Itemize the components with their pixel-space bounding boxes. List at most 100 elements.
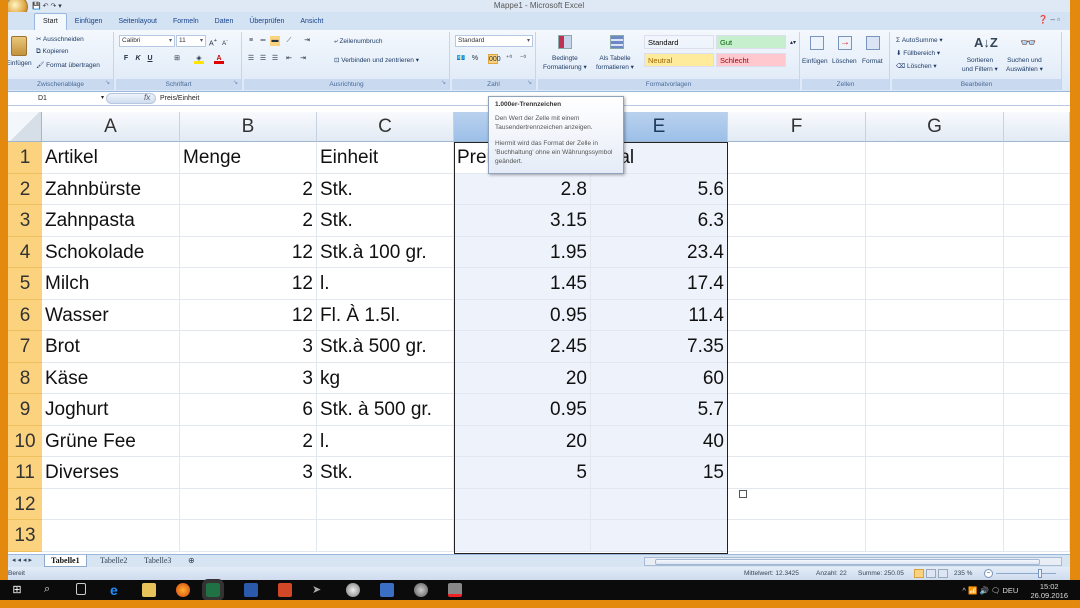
cell-A1[interactable]: Artikel [42, 142, 180, 174]
cell-A5[interactable]: Milch [42, 268, 180, 300]
format-painter-button[interactable]: 🖌 Format übertragen [36, 61, 100, 69]
cell-B13[interactable] [180, 520, 317, 552]
row-header-12[interactable]: 12 [8, 488, 42, 520]
border-icon[interactable]: ⊞ [172, 54, 182, 64]
cell-C9[interactable]: Stk. à 500 gr. [317, 394, 454, 426]
cell-H11[interactable] [1004, 457, 1070, 489]
column-header-a[interactable]: A [42, 112, 180, 142]
row-header-3[interactable]: 3 [8, 205, 42, 237]
cell-F3[interactable] [728, 205, 866, 237]
cell-A13[interactable] [42, 520, 180, 552]
cell-A4[interactable]: Schokolade [42, 236, 180, 268]
cell-D3[interactable]: 3.15 [454, 205, 591, 237]
row-header-1[interactable]: 1 [8, 142, 42, 174]
cell-C13[interactable] [317, 520, 454, 552]
decrease-decimal-icon[interactable]: ⁻⁰ [518, 54, 528, 64]
zoom-out-button[interactable]: − [984, 569, 993, 578]
cell-D6[interactable]: 0.95 [454, 299, 591, 331]
app-icon-3[interactable] [380, 583, 394, 597]
cell-D4[interactable]: 1.95 [454, 236, 591, 268]
cell-B7[interactable]: 3 [180, 331, 317, 363]
cell-G11[interactable] [866, 457, 1004, 489]
cell-E3[interactable]: 6.3 [591, 205, 728, 237]
merge-center-button[interactable]: ⊡ Verbinden und zentrieren ▾ [334, 56, 419, 64]
increase-decimal-icon[interactable]: ⁺⁰ [504, 54, 514, 64]
cell-D11[interactable]: 5 [454, 457, 591, 489]
sheet-nav-arrows[interactable]: ◂◂◂▸ [12, 556, 34, 564]
zoom-slider[interactable] [996, 573, 1056, 574]
thousands-separator-button[interactable]: 000 [488, 54, 501, 64]
tab-seitenlayout[interactable]: Seitenlayout [110, 14, 165, 30]
cell-D7[interactable]: 2.45 [454, 331, 591, 363]
cell-C12[interactable] [317, 488, 454, 520]
cell-G3[interactable] [866, 205, 1004, 237]
cut-button[interactable]: ✂ Ausschneiden [36, 35, 84, 43]
cell-H3[interactable] [1004, 205, 1070, 237]
align-middle-icon[interactable]: ═ [258, 36, 268, 46]
format-cells-button[interactable]: Format [862, 58, 883, 65]
cell-H13[interactable] [1004, 520, 1070, 552]
cell-D10[interactable]: 20 [454, 425, 591, 457]
firefox-icon[interactable] [176, 583, 190, 597]
indent-icon[interactable]: ⇥ [302, 36, 312, 46]
cell-D9[interactable]: 0.95 [454, 394, 591, 426]
cell-F12[interactable] [728, 488, 866, 520]
fill-button[interactable]: ⬇ Füllbereich ▾ [896, 49, 940, 57]
wrap-text-button[interactable]: ⤶ Zeilenumbruch [334, 38, 382, 46]
cell-D5[interactable]: 1.45 [454, 268, 591, 300]
cell-B5[interactable]: 12 [180, 268, 317, 300]
windows-start-icon[interactable]: ⊞ [10, 583, 24, 597]
cell-C2[interactable]: Stk. [317, 173, 454, 205]
language-indicator[interactable]: DEU [1003, 586, 1019, 595]
cell-G7[interactable] [866, 331, 1004, 363]
font-name-combo[interactable]: Calibri ▾ [119, 35, 175, 47]
insert-cells-button[interactable]: Einfügen [802, 58, 828, 65]
app-icon-4[interactable] [414, 583, 428, 597]
increase-indent-icon[interactable]: ⇥ [298, 54, 308, 64]
cell-G5[interactable] [866, 268, 1004, 300]
cell-A3[interactable]: Zahnpasta [42, 205, 180, 237]
cell-F5[interactable] [728, 268, 866, 300]
sheet-tab-tabelle1[interactable]: Tabelle1 [44, 555, 87, 567]
copy-button[interactable]: ⧉ Kopieren [36, 48, 68, 56]
horizontal-scrollbar[interactable] [644, 557, 1062, 566]
cell-H2[interactable] [1004, 173, 1070, 205]
volume-icon[interactable]: 🔊 [979, 586, 990, 595]
cell-F4[interactable] [728, 236, 866, 268]
cell-B2[interactable]: 2 [180, 173, 317, 205]
cell-C11[interactable]: Stk. [317, 457, 454, 489]
row-header-10[interactable]: 10 [8, 425, 42, 457]
cell-C3[interactable]: Stk. [317, 205, 454, 237]
paste-icon[interactable] [11, 36, 27, 56]
cell-D12[interactable] [454, 488, 591, 520]
percent-icon[interactable]: % [470, 54, 480, 64]
format-as-table-button[interactable]: Als Tabelle formatieren ▾ [596, 54, 634, 72]
cell-A2[interactable]: Zahnbürste [42, 173, 180, 205]
cell-H12[interactable] [1004, 488, 1070, 520]
cell-H1[interactable] [1004, 142, 1070, 174]
cell-G13[interactable] [866, 520, 1004, 552]
cell-F6[interactable] [728, 299, 866, 331]
name-box[interactable]: D1 ▾ [18, 93, 104, 104]
cell-F2[interactable] [728, 173, 866, 205]
sort-filter-button[interactable]: Sortieren und Filtern ▾ [962, 56, 998, 74]
cell-C7[interactable]: Stk.à 500 gr. [317, 331, 454, 363]
conditional-formatting-button[interactable]: Bedingte Formatierung ▾ [543, 54, 587, 72]
column-header-f[interactable]: F [728, 112, 866, 142]
row-header-6[interactable]: 6 [8, 299, 42, 331]
sheet-tab-tabelle3[interactable]: Tabelle3 [138, 555, 177, 567]
cell-C8[interactable]: kg [317, 362, 454, 394]
row-header-2[interactable]: 2 [8, 173, 42, 205]
cell-G10[interactable] [866, 425, 1004, 457]
cell-style-standard[interactable]: Standard [644, 35, 714, 49]
tab-ueberpruefen[interactable]: Überprüfen [241, 14, 292, 30]
zoom-level[interactable]: 235 % [954, 567, 972, 580]
cell-B10[interactable]: 2 [180, 425, 317, 457]
orientation-icon[interactable]: ⟋ [284, 36, 294, 46]
cell-E7[interactable]: 7.35 [591, 331, 728, 363]
cell-B4[interactable]: 12 [180, 236, 317, 268]
fill-color-icon[interactable]: ◈ [194, 54, 204, 64]
notification-icon[interactable]: 🗨 [991, 586, 1003, 595]
row-header-8[interactable]: 8 [8, 362, 42, 394]
align-right-icon[interactable]: ☰ [270, 54, 280, 64]
